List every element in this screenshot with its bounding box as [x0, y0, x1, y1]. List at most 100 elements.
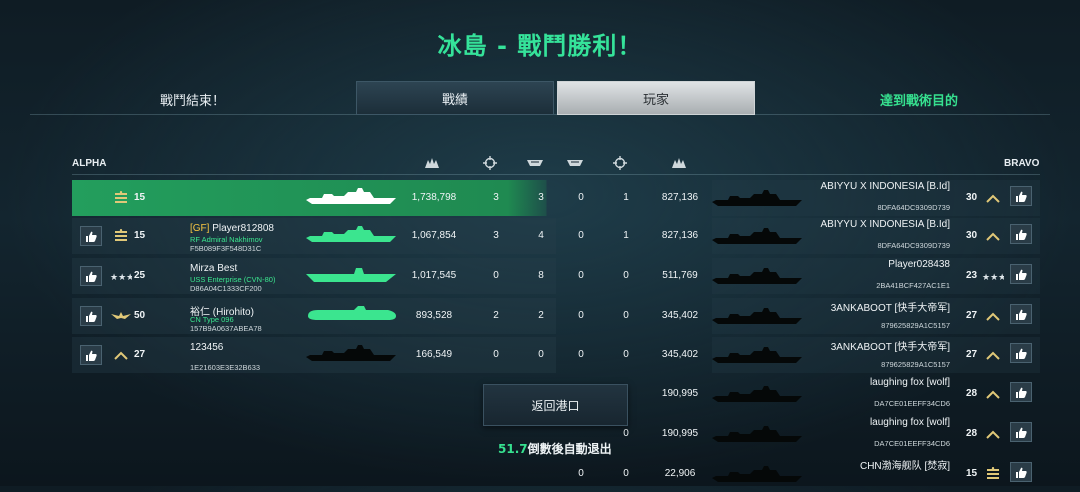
- enemy-name-text: 3ANKABOOT: [830, 342, 895, 353]
- enemy-player-name: laughing fox [wolf]: [752, 377, 950, 388]
- damage-icon: [423, 156, 441, 170]
- table-row: 15 [GF] Player812808 RF Admiral Nakhimov F5…: [72, 218, 1040, 254]
- thumbs-up-button[interactable]: [1010, 304, 1032, 324]
- table-row: 0 0 22,906 CHN渤海舰队 [焚寂] 15: [72, 456, 1040, 492]
- enemy-damage-value: 827,136: [661, 192, 699, 203]
- enemy-name-text: CHN渤海舰队: [859, 461, 925, 472]
- thumbs-up-button[interactable]: [1010, 264, 1032, 284]
- table-header-divider: [72, 174, 1040, 175]
- player-ship-silhouette: [304, 186, 400, 213]
- enemy-clan-tag: [焚寂]: [924, 461, 950, 472]
- enemy-damage-value: 827,136: [661, 230, 699, 241]
- enemy-damage-value: 511,769: [662, 270, 698, 281]
- enemy-player-id: 2BA41BCF427AC1E1: [876, 281, 950, 290]
- enemy-rank: 23: [966, 270, 978, 281]
- damage-value: 1,017,545: [411, 270, 457, 281]
- thumbs-up-button[interactable]: [80, 345, 102, 365]
- stat-value: 0: [578, 230, 584, 241]
- enemy-player-id: 8DFA64DC9309D739: [877, 241, 950, 250]
- svg-text:★★★: ★★★: [982, 273, 1004, 283]
- enemy-damage-value: 190,995: [661, 428, 699, 439]
- thumbs-up-button[interactable]: [1010, 382, 1032, 402]
- enemy-player-name: laughing fox [wolf]: [752, 417, 950, 428]
- enemy-name-text: Player028438: [888, 259, 950, 270]
- rank-chevron-icon: [982, 347, 1004, 363]
- svg-text:★★★: ★★★: [110, 273, 132, 283]
- enemy-player-name: 3ANKABOOT [快手大帝军]: [752, 299, 950, 314]
- enemy-rank: 28: [966, 388, 978, 399]
- thumbs-up-button[interactable]: [1010, 186, 1032, 206]
- damage-value: 1,738,798: [411, 192, 457, 203]
- player-name-text: Mirza Best: [190, 263, 238, 274]
- table-row: 15 1,738,798 3 3 0 1 827,136 ABIYYU X INDONESIA…: [72, 180, 1040, 216]
- tab-players[interactable]: 玩家: [557, 81, 755, 115]
- stat-value: 0: [578, 310, 584, 321]
- thumbs-up-button[interactable]: [1010, 462, 1032, 482]
- crosshair-icon: [481, 156, 499, 170]
- crosshair-icon: [611, 156, 629, 170]
- team-bravo-label: BRAVO: [1004, 158, 1040, 169]
- ship-name: CN Type 096: [190, 315, 234, 324]
- rank-chevron-icon: [982, 190, 1004, 206]
- enemy-name-text: laughing fox: [869, 377, 927, 388]
- stat-value: 2: [493, 310, 499, 321]
- stat-value: 3: [493, 192, 499, 203]
- player-ship-silhouette: [304, 304, 400, 331]
- enemy-damage-value: 190,995: [661, 388, 699, 399]
- player-id: F5B089F3F548D31C: [190, 244, 262, 253]
- enemy-rank: 15: [966, 468, 978, 479]
- thumbs-up-button[interactable]: [80, 306, 102, 326]
- stat-value: 3: [493, 230, 499, 241]
- stat-value: 0: [538, 349, 544, 360]
- player-rank: 15: [134, 192, 146, 203]
- table-row: ★★★ 25 Mirza Best USS Enterprise (CVN-80) D8…: [72, 258, 1040, 294]
- enemy-damage-value: 345,402: [661, 310, 699, 321]
- thumbs-up-button[interactable]: [1010, 224, 1032, 244]
- thumbs-up-button[interactable]: [1010, 422, 1032, 442]
- enemy-name-text: laughing fox: [869, 417, 927, 428]
- ship-name: USS Enterprise (CVN-80): [190, 275, 276, 284]
- clan-tag: [GF]: [190, 223, 210, 234]
- thumbs-up-button[interactable]: [1010, 343, 1032, 363]
- team-alpha-label: ALPHA: [72, 158, 107, 169]
- battle-result-title: 冰島 - 戰鬥勝利！: [437, 32, 643, 60]
- enemy-name-text: ABIYYU X INDONESIA: [820, 219, 927, 230]
- stat-value: 1: [623, 230, 629, 241]
- player-name-text: Player812808: [209, 223, 274, 234]
- enemy-clan-tag: [快手大帝军]: [894, 342, 950, 353]
- enemy-clan-tag: [wolf]: [926, 417, 950, 428]
- enemy-player-id: DA7CE01EEFF34CD6: [874, 439, 950, 448]
- rank-chevron-icon: [982, 426, 1004, 442]
- battle-end-label: 戰鬥結束！: [160, 94, 226, 109]
- rank-bars-icon: [110, 228, 132, 244]
- enemy-rank: 27: [966, 310, 978, 321]
- enemy-player-name: Player028438: [752, 259, 950, 270]
- player-id: D86A04C1333CF200: [190, 284, 262, 293]
- stat-value: 0: [623, 310, 629, 321]
- rank-chevron-icon: [110, 347, 132, 363]
- rank-stars-icon: ★★★: [982, 268, 1004, 284]
- return-to-port-button[interactable]: 返回港口: [483, 384, 628, 426]
- rank-bars-icon: [110, 190, 132, 206]
- enemy-player-name: ABIYYU X INDONESIA [B.Id]: [752, 219, 950, 230]
- stat-value: 2: [538, 310, 544, 321]
- stat-value: 0: [578, 270, 584, 281]
- table-row: 50 裕仁 (Hirohito) CN Type 096 157B9A0637ABEA…: [72, 298, 1040, 334]
- player-name: [GF] Player812808: [190, 223, 274, 234]
- thumbs-up-button[interactable]: [80, 226, 102, 246]
- damage-value: 1,067,854: [411, 230, 457, 241]
- enemy-player-id: DA7CE01EEFF34CD6: [874, 399, 950, 408]
- thumbs-up-button[interactable]: [80, 266, 102, 286]
- stat-value: 4: [538, 230, 544, 241]
- enemy-rank: 30: [966, 230, 978, 241]
- player-ship-silhouette: [304, 343, 400, 370]
- enemy-name-text: ABIYYU X INDONESIA: [820, 181, 927, 192]
- tab-stats[interactable]: 戰績: [356, 81, 554, 115]
- enemy-player-name: CHN渤海舰队 [焚寂]: [752, 457, 950, 472]
- enemy-name-text: 3ANKABOOT: [830, 303, 895, 314]
- enemy-player-id: 879625829A1C5157: [881, 360, 950, 369]
- damage-value: 893,528: [415, 310, 453, 321]
- rank-chevron-icon: [982, 386, 1004, 402]
- countdown-seconds: 51.7: [498, 442, 528, 456]
- stat-value: 0: [578, 192, 584, 203]
